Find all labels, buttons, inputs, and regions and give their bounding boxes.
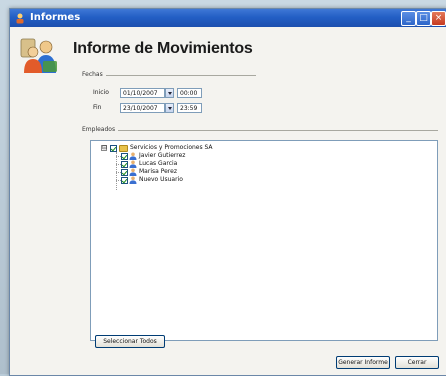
app-icon xyxy=(16,13,24,24)
employee-label[interactable]: Lucas Garcia xyxy=(139,160,177,168)
inicio-date-dropdown[interactable] xyxy=(165,88,174,98)
employee-checkbox[interactable] xyxy=(121,153,128,160)
user-icon xyxy=(129,152,137,160)
collapse-toggle[interactable]: ⊟ xyxy=(101,145,107,151)
employee-checkbox[interactable] xyxy=(121,169,128,176)
employee-checkbox[interactable] xyxy=(121,161,128,168)
tree-connector xyxy=(116,152,117,190)
fin-label: Fin xyxy=(93,104,102,111)
fechas-group-label: Fechas xyxy=(82,71,103,78)
fechas-divider xyxy=(106,75,256,76)
minimize-button[interactable]: _ xyxy=(401,11,416,26)
employee-label[interactable]: Javier Gutierrez xyxy=(139,152,185,160)
maximize-button[interactable]: □ xyxy=(416,11,431,26)
inicio-date-field[interactable]: 01/10/2007 xyxy=(120,88,165,98)
fin-time-field[interactable]: 23:59 xyxy=(177,103,202,113)
empleados-divider xyxy=(118,130,438,131)
generate-report-button[interactable]: Generar Informe xyxy=(336,356,390,369)
tree-root-label[interactable]: Servicios y Promociones SA xyxy=(130,144,213,152)
window-title: Informes xyxy=(30,12,81,23)
users-icon xyxy=(20,38,57,73)
inicio-time-field[interactable]: 00:00 xyxy=(177,88,202,98)
close-button[interactable]: × xyxy=(431,11,446,26)
fin-date-field[interactable]: 23/10/2007 xyxy=(120,103,165,113)
fin-date-dropdown[interactable] xyxy=(165,103,174,113)
user-icon xyxy=(129,160,137,168)
employee-label[interactable]: Marisa Perez xyxy=(139,168,177,176)
root-checkbox[interactable] xyxy=(110,145,117,152)
close-dialog-button[interactable]: Cerrar xyxy=(395,356,439,369)
select-all-button[interactable]: Seleccionar Todos xyxy=(95,335,165,348)
inicio-label: Inicio xyxy=(93,89,109,96)
title-bar[interactable]: Informes _ □ × xyxy=(10,9,446,27)
informes-window: Informes _ □ × Informe de Movimientos Fe… xyxy=(9,8,446,376)
employee-tree[interactable]: ⊟ Servicios y Promociones SA Javier Guti… xyxy=(90,140,438,341)
employee-label[interactable]: Nuevo Usuario xyxy=(139,176,183,184)
user-icon xyxy=(129,176,137,184)
dialog-title: Informe de Movimientos xyxy=(73,40,253,57)
folder-icon xyxy=(119,145,128,152)
user-icon xyxy=(129,168,137,176)
employee-checkbox[interactable] xyxy=(121,177,128,184)
empleados-group-label: Empleados xyxy=(82,126,116,133)
